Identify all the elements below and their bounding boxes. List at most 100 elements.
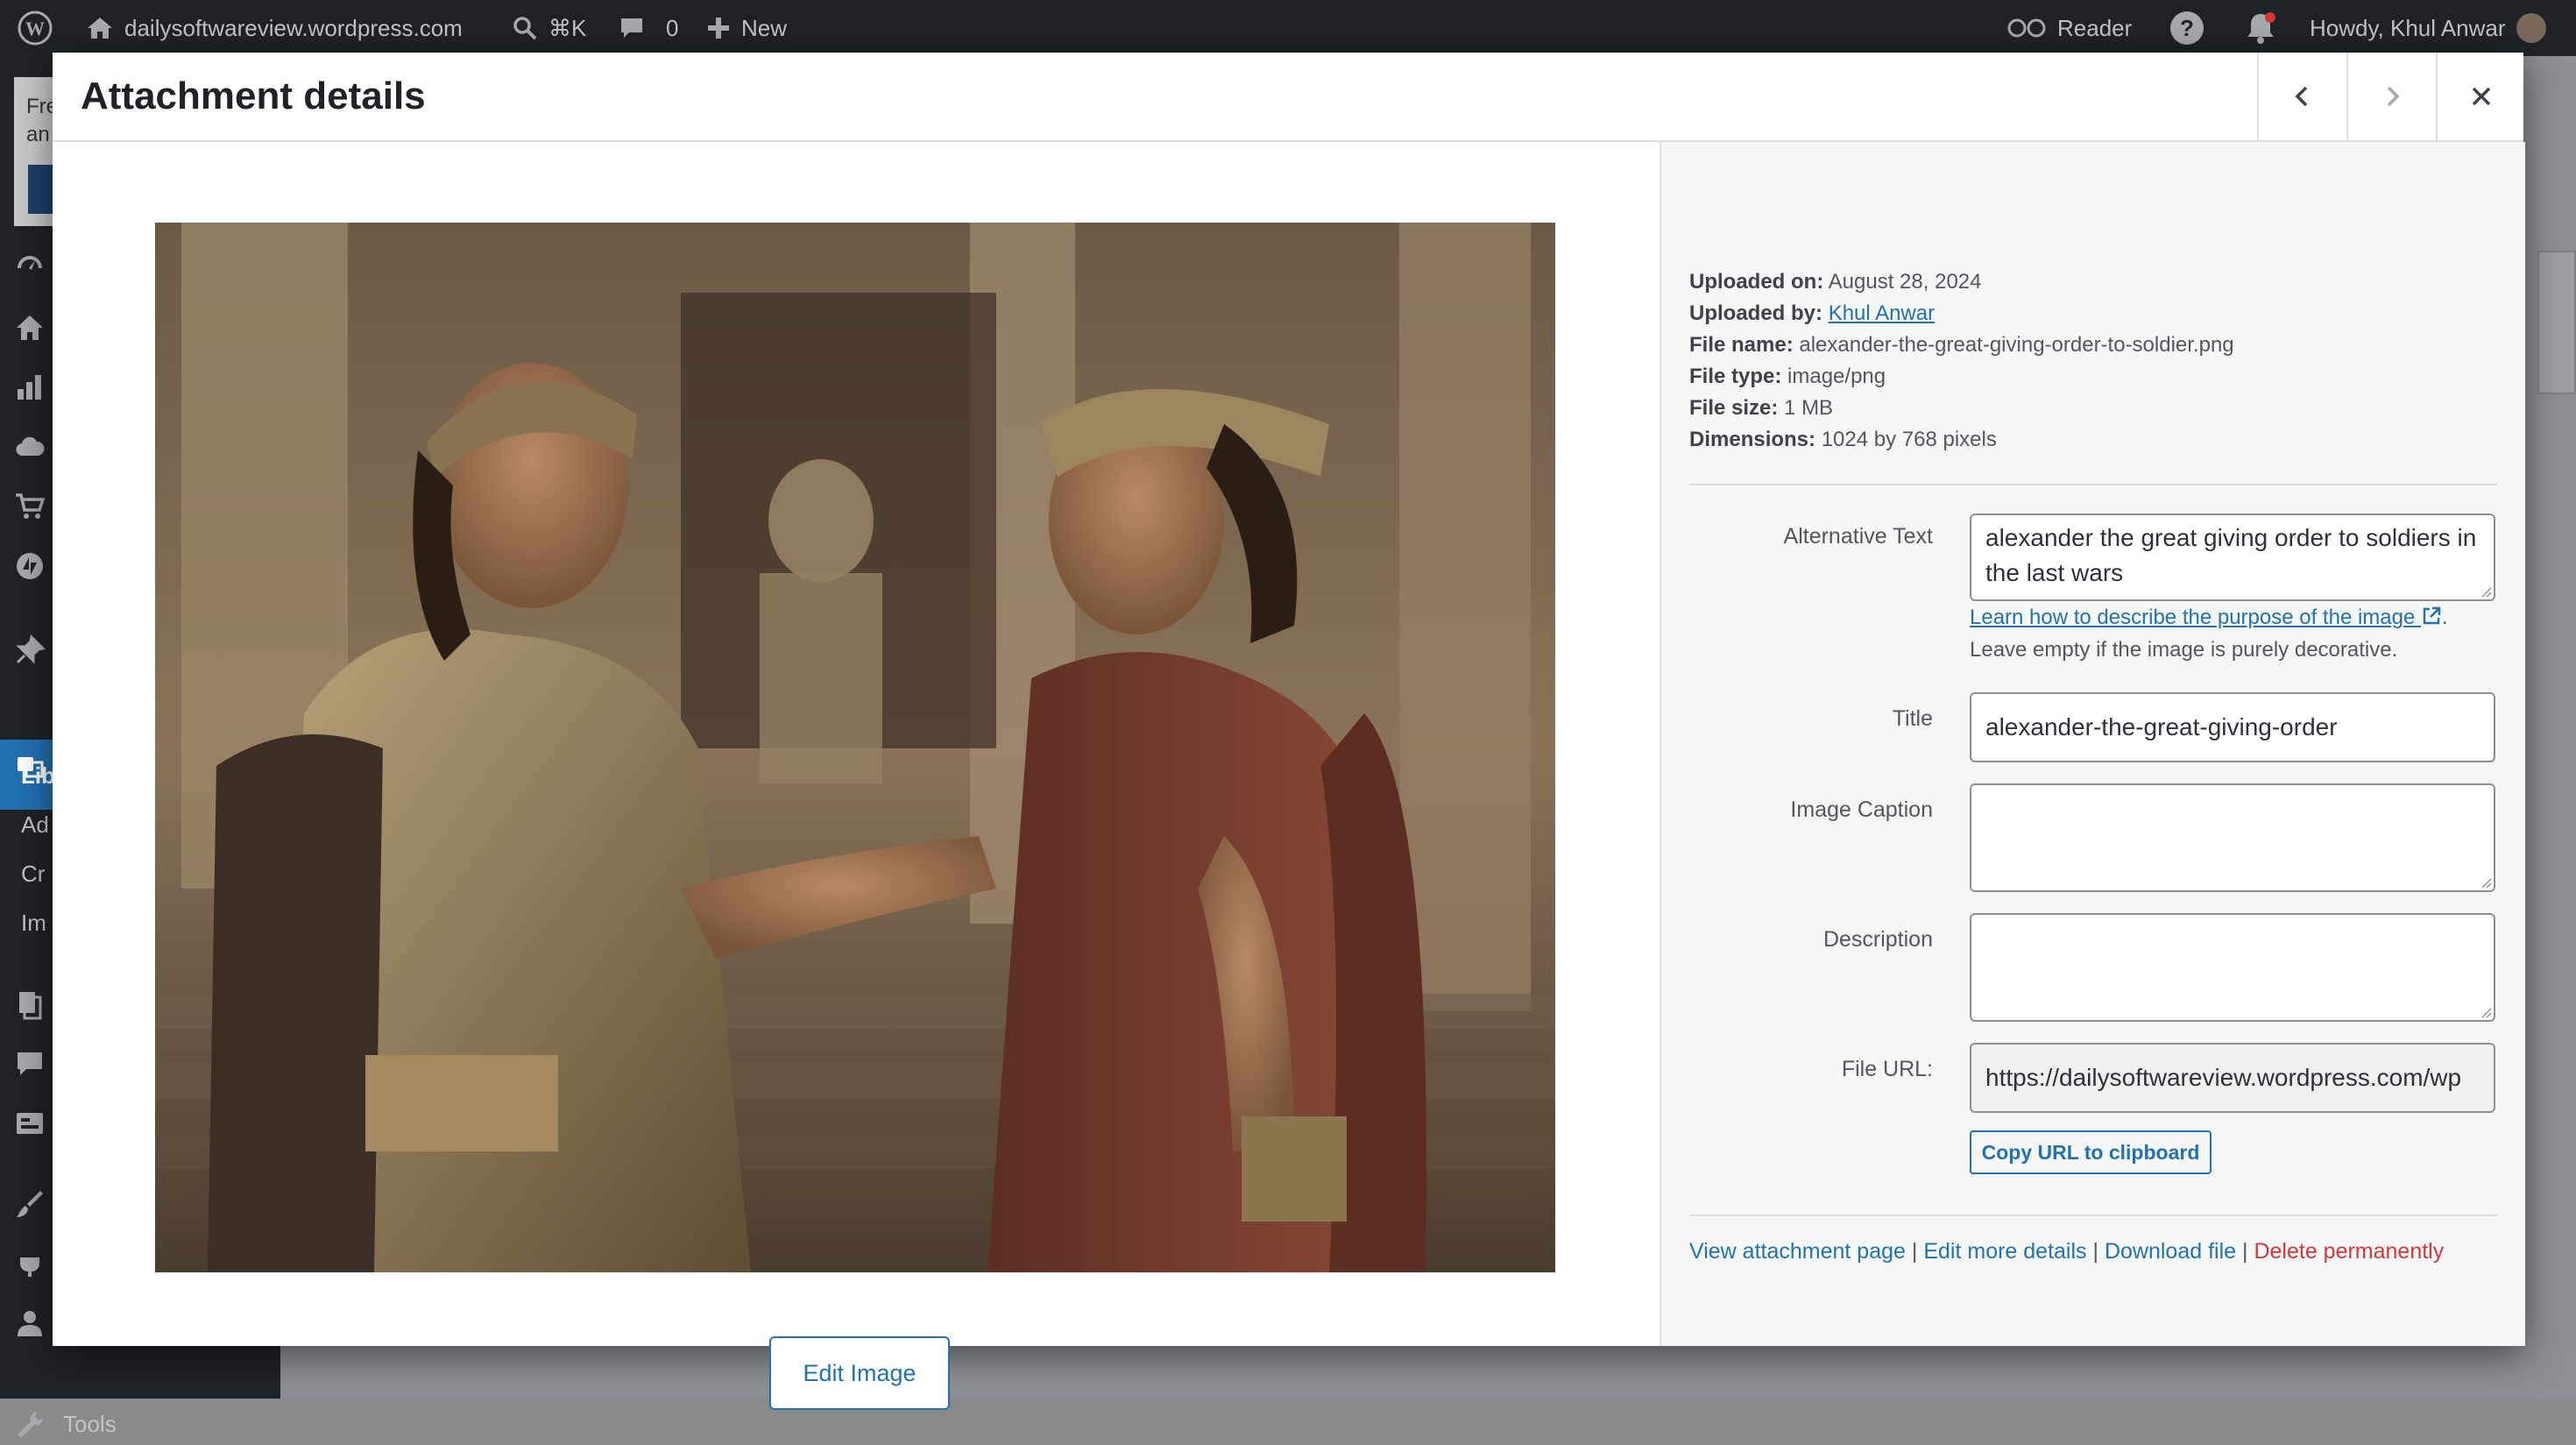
file-type-label: File type: xyxy=(1689,365,1782,388)
download-file-link[interactable]: Download file xyxy=(2105,1239,2236,1264)
resize-handle-icon[interactable] xyxy=(2480,876,2492,889)
site-name-link[interactable]: dailysoftwareview.wordpress.com xyxy=(86,0,463,56)
howdy-text: Howdy, Khul Anwar xyxy=(2310,14,2506,41)
svg-text:?: ? xyxy=(2180,15,2194,41)
file-size-value: 1 MB xyxy=(1784,396,1834,420)
wordpress-logo-icon[interactable]: W xyxy=(18,0,53,56)
page-title: Attachment details xyxy=(81,74,426,117)
users-icon[interactable] xyxy=(14,1307,46,1339)
comments-link[interactable]: 0 xyxy=(619,0,678,56)
reader-link[interactable]: Reader xyxy=(2006,0,2132,56)
search-shortcut-label: ⌘K xyxy=(548,14,587,41)
attachment-details-modal: Attachment details Edit Image Uploaded o… xyxy=(53,53,2525,1410)
uploaded-on-label: Uploaded on: xyxy=(1689,270,1824,294)
file-size: File size: 1 MB xyxy=(1689,393,1833,424)
comments-count: 0 xyxy=(666,14,679,41)
comment-icon xyxy=(621,18,642,38)
file-name: File name: alexander-the-great-giving-or… xyxy=(1689,329,2234,361)
uploaded-by: Uploaded by: Khul Anwar xyxy=(1689,298,1935,329)
appearance-brush-icon[interactable] xyxy=(14,1188,46,1220)
link-separator: | xyxy=(2242,1239,2248,1264)
alt-text-help-text: Leave empty if the image is purely decor… xyxy=(1970,638,2398,662)
feedback-icon[interactable] xyxy=(14,1108,46,1139)
uploaded-on-value: August 28, 2024 xyxy=(1828,270,1982,294)
dashboard-gauge-icon[interactable] xyxy=(14,251,46,282)
caption-field[interactable] xyxy=(1970,783,2495,892)
delete-permanently-link[interactable]: Delete permanently xyxy=(2254,1239,2444,1264)
chevron-left-icon xyxy=(2295,86,2308,107)
description-label: Description xyxy=(1822,927,1933,952)
plugins-icon[interactable] xyxy=(14,1248,46,1279)
account-menu[interactable]: Howdy, Khul Anwar xyxy=(2310,0,2546,56)
file-url-field[interactable]: https://dailysoftwareview.wordpress.com/… xyxy=(1970,1043,2495,1113)
uploaded-on: Uploaded on: August 28, 2024 xyxy=(1689,266,1981,298)
close-icon xyxy=(2472,87,2491,106)
svg-text:W: W xyxy=(25,18,45,39)
home-icon[interactable] xyxy=(14,312,46,344)
file-type: File type: image/png xyxy=(1689,361,1886,393)
plus-icon xyxy=(708,18,729,39)
divider xyxy=(1689,484,2497,485)
link-separator: | xyxy=(2092,1239,2099,1264)
view-attachment-link[interactable]: View attachment page xyxy=(1689,1239,1906,1264)
sidebar-subitem-import[interactable]: Im xyxy=(21,910,46,937)
tools-wrench-icon[interactable] xyxy=(14,1409,46,1441)
attachment-actions: View attachment page | Edit more details… xyxy=(1689,1239,2444,1264)
copy-url-button[interactable]: Copy URL to clipboard xyxy=(1970,1130,2212,1174)
alt-text-help: Learn how to describe the purpose of the… xyxy=(1970,601,2513,666)
alt-text-field[interactable]: alexander the great giving order to sold… xyxy=(1970,514,2495,601)
modal-header: Attachment details xyxy=(53,53,2523,142)
file-url-label: File URL: xyxy=(1841,1057,1933,1081)
stats-icon[interactable] xyxy=(14,372,46,403)
search-shortcut[interactable]: ⌘K xyxy=(512,0,586,56)
alt-text-help-link-label: Learn how to describe the purpose of the… xyxy=(1970,606,2416,629)
sidebar-subitem-create[interactable]: Cr xyxy=(21,861,45,888)
caption-label: Image Caption xyxy=(1790,797,1933,822)
alt-text-label: Alternative Text xyxy=(1783,524,1933,549)
jetpack-icon[interactable] xyxy=(14,550,46,582)
site-name: dailysoftwareview.wordpress.com xyxy=(124,14,463,41)
background-panel-edge xyxy=(2537,251,2576,394)
external-link-icon xyxy=(2423,606,2441,625)
alt-text-value: alexander the great giving order to sold… xyxy=(1985,524,2477,586)
previous-button[interactable] xyxy=(2257,53,2346,140)
description-field[interactable] xyxy=(1970,913,2495,1022)
pages-icon[interactable] xyxy=(14,988,46,1020)
close-button[interactable] xyxy=(2436,53,2525,140)
notifications-bell-icon[interactable] xyxy=(2245,0,2276,56)
notice-text-2: an xyxy=(26,123,50,146)
pin-icon[interactable] xyxy=(14,634,46,666)
file-size-label: File size: xyxy=(1689,396,1779,420)
edit-details-link[interactable]: Edit more details xyxy=(1923,1239,2086,1264)
title-label: Title xyxy=(1892,706,1933,731)
media-preview-area: Edit Image xyxy=(53,142,1660,1410)
divider xyxy=(1689,1215,2497,1216)
resize-handle-icon[interactable] xyxy=(2480,585,2492,598)
resize-handle-icon[interactable] xyxy=(2480,1006,2492,1018)
dimensions-value: 1024 by 768 pixels xyxy=(1821,428,1997,451)
file-name-value: alexander-the-great-giving-order-to-sold… xyxy=(1799,333,2234,357)
comments-icon[interactable] xyxy=(14,1048,46,1080)
dimensions-label: Dimensions: xyxy=(1689,428,1816,451)
new-content-link[interactable]: New xyxy=(706,0,787,56)
new-label: New xyxy=(741,14,788,41)
cloud-icon[interactable] xyxy=(14,431,46,463)
cart-icon[interactable] xyxy=(14,491,46,522)
dimensions: Dimensions: 1024 by 768 pixels xyxy=(1689,424,1997,456)
uploaded-by-link[interactable]: Khul Anwar xyxy=(1829,301,1935,325)
title-field[interactable]: alexander-the-great-giving-order xyxy=(1970,692,2495,762)
sidebar-subitem-add[interactable]: Ad xyxy=(21,811,49,839)
sidebar-library-label[interactable]: Lib xyxy=(21,762,55,790)
search-icon xyxy=(513,17,537,40)
admin-bar: W dailysoftwareview.wordpress.com ⌘K 0 N… xyxy=(0,0,2576,56)
edit-image-button[interactable]: Edit Image xyxy=(769,1336,950,1410)
uploaded-by-label: Uploaded by: xyxy=(1689,301,1823,325)
help-icon[interactable]: ? xyxy=(2169,0,2204,56)
chevron-right-icon xyxy=(2387,86,2400,107)
reader-label: Reader xyxy=(2057,14,2133,41)
sidebar-item-tools[interactable]: Tools xyxy=(63,1411,117,1438)
alt-text-help-suffix: . xyxy=(2442,606,2448,629)
next-button[interactable] xyxy=(2346,53,2436,140)
link-separator: | xyxy=(1911,1239,1918,1264)
alt-text-help-link[interactable]: Learn how to describe the purpose of the… xyxy=(1970,606,2442,629)
